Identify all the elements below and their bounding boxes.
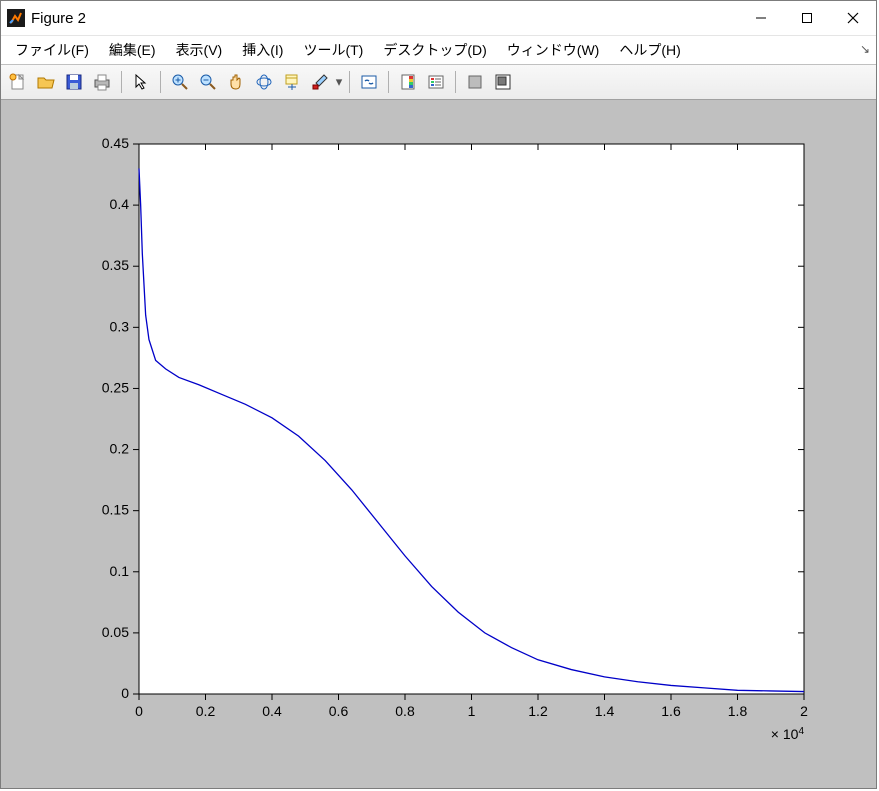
x-tick-label: 0.6 — [328, 703, 348, 719]
brush-dropdown-icon[interactable]: ▾ — [335, 74, 343, 90]
window-title: Figure 2 — [31, 10, 86, 27]
y-tick-label: 0.15 — [101, 502, 128, 518]
pointer-button[interactable] — [128, 69, 154, 95]
hide-plot-tools-button[interactable] — [462, 69, 488, 95]
x-tick-label: 0.2 — [195, 703, 215, 719]
axes-box[interactable] — [139, 144, 804, 694]
menu-view[interactable]: 表示(V) — [166, 37, 233, 63]
titlebar: Figure 2 — [1, 1, 876, 36]
legend-button[interactable] — [423, 69, 449, 95]
toolbar: ▾ — [1, 65, 876, 100]
zoom-in-button[interactable] — [167, 69, 193, 95]
menu-file[interactable]: ファイル(F) — [5, 37, 99, 63]
menu-desktop[interactable]: デスクトップ(D) — [373, 37, 496, 63]
x-tick-label: 1.6 — [661, 703, 681, 719]
axes[interactable]: 0 0.05 0.1 0.15 0.2 0.25 0.3 0.35 0.4 0.45 0 0.2 0.4… — [44, 124, 834, 764]
minimize-button[interactable] — [738, 3, 784, 33]
toolbar-separator — [121, 71, 122, 93]
dock-figure-button[interactable] — [490, 69, 516, 95]
x-tick-label: 1.8 — [727, 703, 747, 719]
x-tick-label: 1.4 — [594, 703, 614, 719]
y-tick-label: 0 — [121, 685, 129, 701]
zoom-out-button[interactable] — [195, 69, 221, 95]
menu-tools[interactable]: ツール(T) — [293, 37, 373, 63]
brush-button[interactable] — [307, 69, 333, 95]
datacursor-button[interactable] — [279, 69, 305, 95]
y-tick-label: 0.35 — [101, 257, 128, 273]
toolbar-separator — [455, 71, 456, 93]
open-button[interactable] — [33, 69, 59, 95]
colorbar-button[interactable] — [395, 69, 421, 95]
save-button[interactable] — [61, 69, 87, 95]
y-tick-label: 0.1 — [109, 563, 129, 579]
x-tick-label: 0.4 — [262, 703, 282, 719]
menu-insert[interactable]: 挿入(I) — [232, 37, 293, 63]
print-button[interactable] — [89, 69, 115, 95]
y-tick-label: 0.2 — [109, 441, 129, 457]
y-tick-label: 0.3 — [109, 318, 129, 334]
figure-canvas-area: 0 0.05 0.1 0.15 0.2 0.25 0.3 0.35 0.4 0.45 0 0.2 0.4… — [1, 100, 876, 788]
x-tick-label: 1.2 — [528, 703, 548, 719]
toolbar-separator — [160, 71, 161, 93]
rotate3d-button[interactable] — [251, 69, 277, 95]
menu-edit[interactable]: 編集(E) — [99, 37, 166, 63]
x-tick-label: 1 — [467, 703, 475, 719]
matlab-app-icon — [7, 9, 25, 27]
menu-help[interactable]: ヘルプ(H) — [609, 37, 690, 63]
menubar: ファイル(F) 編集(E) 表示(V) 挿入(I) ツール(T) デスクトップ(… — [1, 36, 876, 65]
maximize-button[interactable] — [784, 3, 830, 33]
pan-button[interactable] — [223, 69, 249, 95]
x-tick-label: 0 — [135, 703, 143, 719]
figure-window: Figure 2 ファイル(F) 編集(E) 表示(V) 挿入(I) ツール(T… — [0, 0, 877, 789]
y-tick-label: 0.05 — [101, 624, 128, 640]
close-button[interactable] — [830, 3, 876, 33]
y-tick-label: 0.4 — [109, 196, 129, 212]
new-figure-button[interactable] — [5, 69, 31, 95]
x-tick-label: 0.8 — [395, 703, 415, 719]
toolbar-separator — [349, 71, 350, 93]
toolbar-separator — [388, 71, 389, 93]
y-tick-label: 0.25 — [101, 379, 128, 395]
link-plot-button[interactable] — [356, 69, 382, 95]
menu-overflow-icon[interactable]: ↘ — [860, 42, 870, 56]
y-tick-label: 0.45 — [101, 135, 128, 151]
x-tick-label: 2 — [800, 703, 808, 719]
menu-window[interactable]: ウィンドウ(W) — [497, 37, 610, 63]
